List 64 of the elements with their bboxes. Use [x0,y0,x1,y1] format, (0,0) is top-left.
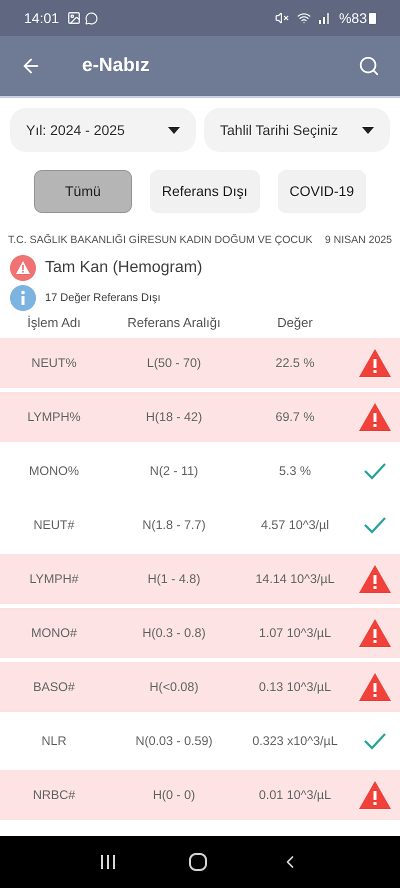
warning-icon [358,402,392,432]
check-icon [363,516,387,534]
info-icon [10,284,36,311]
check-icon [363,462,387,480]
table-cell-text: MONO# [30,624,78,642]
institution-name: T.C. SAĞLIK BAKANLIĞI GİRESUN KADIN DOĞUM VE ÇOCUK [8,233,313,248]
filter-dropdown[interactable]: Tahlil Tarihi Seçiniz [204,108,390,152]
dropdown-caret-icon [168,126,180,134]
image-icon [67,11,82,25]
table-cell-text: H(0 - 0) [152,786,196,804]
recent-apps-icon[interactable] [100,854,116,870]
table-cell-text: H(18 - 42) [144,408,204,426]
filter-tab[interactable]: Referans Dışı [150,170,260,213]
dropdown-caret-icon [362,126,374,134]
battery-level: %83 [338,8,367,28]
column-header: Değer [276,314,314,332]
table-cell-text: 69.7 % [274,408,316,426]
app-title: e-Nabız [82,54,150,78]
filter-dropdown[interactable]: Yıl: 2024 - 2025 [10,108,196,152]
battery-icon [369,12,376,24]
signal-icon [318,12,331,24]
wifi-icon [296,11,311,25]
warning-icon [358,672,392,702]
table-cell-text: NEUT% [30,354,78,372]
table-cell-text: BASO# [32,678,76,696]
warning-icon [10,254,36,281]
table-cell-text: 0.13 10^3/µL [258,678,332,696]
table-cell-text: 0.01 10^3/µL [258,786,332,804]
warning-icon [358,564,392,594]
table-cell-text: LYMPH% [26,408,82,426]
table-cell-text: N(2 - 11) [148,462,200,480]
out-of-range-summary: 17 Değer Referans Dışı [45,290,161,306]
table-cell-text: L(50 - 70) [146,354,202,372]
check-icon [363,732,387,750]
table-cell-text: N(0.03 - 0.59) [134,732,214,750]
table-cell-text: LYMPH# [28,570,80,588]
table-cell-text: 1.07 10^3/µL [258,624,332,642]
search-button[interactable] [358,55,380,77]
table-cell-text: MONO% [28,462,80,480]
warning-icon [358,780,392,810]
column-header: Referans Aralığı [126,314,222,332]
table-cell-text: NLR [40,732,68,750]
warning-icon [358,618,392,648]
test-name: Tam Kan (Hemogram) [45,258,202,278]
table-cell-text: N(1.8 - 7.7) [141,516,207,534]
table-cell-text: NEUT# [32,516,76,534]
table-cell-text: 14.14 10^3/µL [254,570,336,588]
chat-icon [85,12,98,24]
table-cell-text: NRBC# [32,786,76,804]
report-date: 9 NISAN 2025 [324,233,392,248]
home-icon[interactable] [188,853,207,871]
mute-icon [274,11,289,25]
table-cell-text: 5.3 % [278,462,312,480]
warning-icon [358,348,392,378]
status-time: 14:01 [24,8,60,28]
table-cell-text: 0.323 x10^3/µL [251,732,339,750]
table-cell-text: H(<0.08) [148,678,200,696]
table-cell-text: H(0.3 - 0.8) [141,624,207,642]
column-header: İşlem Adı [26,314,82,332]
filter-tab[interactable]: Tümü [34,170,132,213]
table-cell-text: 4.57 10^3/µl [260,516,330,534]
table-cell-text: 22.5 % [274,354,316,372]
filter-tab[interactable]: COVID-19 [278,170,366,213]
table-cell-text: H(1 - 4.8) [146,570,202,588]
